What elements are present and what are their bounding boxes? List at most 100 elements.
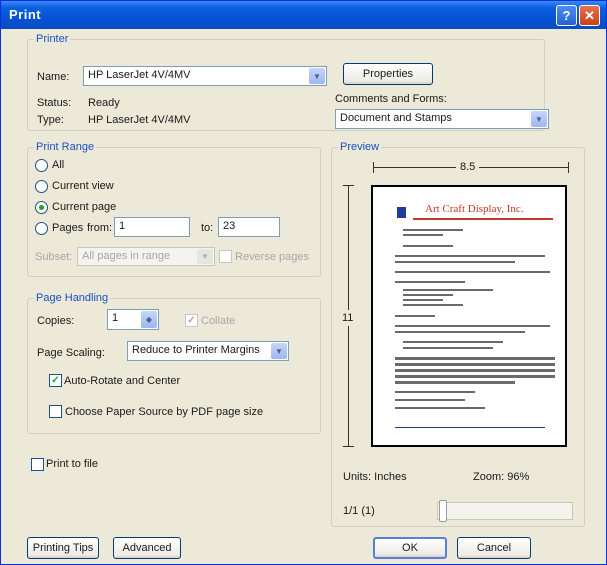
copies-value: 1: [112, 312, 119, 324]
document-text-line: [403, 299, 443, 301]
print-dialog: Print ? ✕ Printer Name: HP LaserJet 4V/4…: [0, 0, 607, 565]
subset-select[interactable]: All pages in range ▼: [77, 247, 215, 266]
radio-pages[interactable]: [35, 222, 48, 235]
close-icon[interactable]: ✕: [579, 5, 600, 26]
printer-group-label: Printer: [34, 33, 71, 45]
radio-pages-label: Pages: [52, 222, 84, 234]
chevron-down-icon[interactable]: ▼: [531, 111, 547, 127]
document-text-line: [395, 261, 515, 263]
page-slider-track[interactable]: [437, 502, 573, 520]
document-text-line: [403, 347, 493, 349]
reverse-pages-label: Reverse pages: [235, 251, 309, 263]
properties-button[interactable]: Properties: [343, 63, 433, 85]
units-label: Units: Inches: [343, 471, 407, 483]
window-title: Print: [9, 7, 42, 22]
document-logo: [397, 207, 406, 218]
advanced-button[interactable]: Advanced: [113, 537, 181, 559]
reverse-pages-checkbox[interactable]: [219, 250, 232, 263]
document-rule: [413, 218, 553, 220]
subset-value: All pages in range: [82, 250, 171, 262]
page-indicator: 1/1 (1): [343, 505, 375, 517]
printer-status-label: Status:: [37, 97, 72, 109]
comments-forms-label: Comments and Forms:: [335, 93, 447, 105]
pages-from-value: 1: [119, 220, 126, 232]
ok-button[interactable]: OK: [373, 537, 447, 559]
preview-page: Art Craft Display, Inc.: [371, 185, 567, 447]
chevron-down-icon[interactable]: ▼: [197, 249, 213, 264]
document-text-line: [403, 294, 453, 296]
height-dimension-tick-top: [343, 185, 354, 186]
cancel-button[interactable]: Cancel: [457, 537, 531, 559]
radio-all-label: All: [52, 159, 65, 171]
document-text-line: [403, 289, 493, 291]
pages-to-value: 23: [223, 220, 236, 232]
document-text-line: [395, 399, 465, 401]
printing-tips-button[interactable]: Printing Tips: [27, 537, 99, 559]
collate-label: Collate: [201, 315, 236, 327]
document-text-line: [403, 304, 463, 306]
printer-type-label: Type:: [37, 114, 64, 126]
comments-forms-select[interactable]: Document and Stamps ▼: [335, 109, 549, 129]
radio-current-page-label: Current page: [52, 201, 117, 213]
document-text-line: [403, 229, 463, 231]
help-icon[interactable]: ?: [556, 5, 577, 26]
radio-all[interactable]: [35, 159, 48, 172]
chevron-down-icon[interactable]: ▼: [271, 343, 287, 359]
document-text-line: [395, 281, 465, 283]
document-text-line: [395, 375, 555, 378]
stepper-arrows-icon[interactable]: ◆: [141, 311, 157, 328]
page-scaling-value: Reduce to Printer Margins: [132, 344, 260, 356]
page-slider-thumb[interactable]: [439, 500, 447, 522]
printer-name-value: HP LaserJet 4V/4MV: [88, 69, 191, 81]
paper-source-label: Choose Paper Source by PDF page size: [65, 406, 264, 418]
zoom-label: Zoom: 96%: [473, 471, 530, 483]
copies-stepper[interactable]: 1 ◆: [107, 309, 159, 330]
pages-to-label: to:: [201, 222, 214, 234]
pages-to-input[interactable]: 23: [218, 217, 280, 237]
document-text-line: [395, 325, 550, 327]
radio-current-view[interactable]: [35, 180, 48, 193]
copies-label: Copies:: [37, 315, 75, 327]
page-scaling-label: Page Scaling:: [37, 347, 105, 359]
print-to-file-label: Print to file: [46, 458, 98, 470]
page-handling-label: Page Handling: [34, 292, 111, 304]
preview-label: Preview: [338, 141, 382, 153]
document-text-line: [395, 315, 435, 317]
width-dimension-tick-left: [373, 162, 374, 173]
page-scaling-select[interactable]: Reduce to Printer Margins ▼: [127, 341, 289, 361]
height-dimension-tick-bottom: [343, 446, 354, 447]
printer-name-select[interactable]: HP LaserJet 4V/4MV ▼: [83, 66, 327, 86]
document-text-line: [395, 391, 475, 393]
document-heading: Art Craft Display, Inc.: [425, 203, 524, 215]
pages-from-label: from:: [87, 222, 113, 234]
width-dimension-tick-right: [568, 162, 569, 173]
auto-rotate-label: Auto-Rotate and Center: [64, 375, 181, 387]
printer-status-value: Ready: [88, 97, 120, 109]
document-text-line: [403, 234, 443, 236]
subset-label: Subset:: [35, 251, 73, 263]
document-text-line: [395, 331, 525, 333]
chevron-down-icon[interactable]: ▼: [309, 68, 325, 84]
document-text-line: [395, 255, 545, 257]
radio-current-page[interactable]: [35, 201, 48, 214]
document-text-line: [403, 245, 453, 247]
collate-checkbox[interactable]: ✓: [185, 314, 198, 327]
document-text-line: [395, 271, 550, 273]
paper-source-checkbox[interactable]: [49, 405, 62, 418]
printer-name-label: Name:: [37, 71, 70, 83]
document-text-line: [395, 369, 555, 372]
document-footer-rule: [395, 427, 545, 428]
pages-from-input[interactable]: 1: [114, 217, 190, 237]
comments-forms-value: Document and Stamps: [340, 112, 452, 124]
print-range-label: Print Range: [34, 141, 97, 153]
title-bar[interactable]: Print ? ✕: [1, 1, 606, 29]
document-text-line: [403, 341, 503, 343]
print-to-file-checkbox[interactable]: [31, 458, 44, 471]
printer-type-value: HP LaserJet 4V/4MV: [88, 114, 191, 126]
document-text-line: [395, 381, 515, 384]
radio-current-view-label: Current view: [52, 180, 114, 192]
auto-rotate-checkbox[interactable]: ✓: [49, 374, 62, 387]
document-text-line: [395, 407, 485, 409]
document-text-line: [395, 357, 555, 360]
preview-width-label: 8.5: [456, 161, 480, 173]
